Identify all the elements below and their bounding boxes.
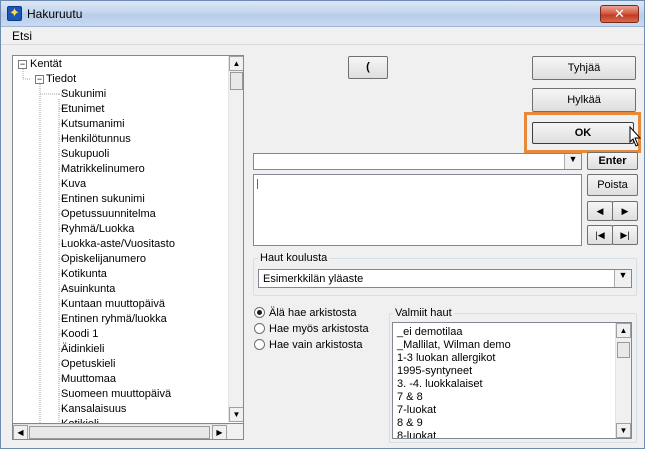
next-icon[interactable]: ▶: [612, 201, 638, 221]
first-icon[interactable]: |◀: [587, 225, 613, 245]
tree-group-tiedot[interactable]: Tiedot: [46, 72, 76, 86]
query-combo[interactable]: ▼: [253, 153, 582, 170]
remove-button[interactable]: Poista: [587, 174, 638, 196]
prev-icon[interactable]: ◀: [587, 201, 613, 221]
tree-field[interactable]: Luokka-aste/Vuositasto: [61, 237, 175, 251]
tree-field[interactable]: Kuntaan muuttopäivä: [61, 297, 165, 311]
tree-field[interactable]: Kotikieli: [61, 417, 99, 423]
collapse-kentat-icon[interactable]: −: [18, 60, 27, 69]
text-cursor: [257, 179, 258, 189]
school-group-label: Haut koulusta: [258, 252, 330, 264]
tree-field[interactable]: Opetussuunnitelma: [61, 207, 156, 221]
ready-search-item[interactable]: 8-luokat: [397, 430, 436, 438]
tree-field[interactable]: Sukupuoli: [61, 147, 109, 161]
ready-list-scrollbar[interactable]: ▲ ▼: [615, 323, 631, 438]
tree-field[interactable]: Kutsumanimi: [61, 117, 125, 131]
archive-radio[interactable]: Älä hae arkistosta: [254, 307, 356, 319]
school-dropdown-icon[interactable]: ▼: [614, 270, 631, 287]
school-combo[interactable]: Esimerkkilän yläaste ▼: [258, 269, 632, 288]
menu-bar: Etsi: [1, 27, 644, 45]
tree-vertical-scrollbar[interactable]: ▲ ▼: [228, 56, 244, 422]
tree-field[interactable]: Entinen sukunimi: [61, 192, 145, 206]
archive-radio-label: Älä hae arkistosta: [269, 307, 357, 319]
clear-button[interactable]: Tyhjää: [532, 56, 636, 80]
menu-etsi[interactable]: Etsi: [12, 29, 32, 43]
mouse-cursor-icon: [629, 126, 642, 147]
ok-highlight-frame: [524, 112, 641, 153]
tree-field[interactable]: Entinen ryhmä/luokka: [61, 312, 167, 326]
school-combo-value: Esimerkkilän yläaste: [263, 273, 364, 285]
ready-searches-list[interactable]: _ei demotilaa _Mallilat, Wilman demo 1-3 l…: [392, 322, 632, 439]
tree-field[interactable]: Asuinkunta: [61, 282, 115, 296]
ready-search-item[interactable]: 7-luokat: [397, 404, 436, 417]
archive-radio[interactable]: Hae vain arkistosta: [254, 339, 363, 351]
archive-radio-label: Hae vain arkistosta: [269, 339, 363, 351]
tree-root-kentat[interactable]: Kentät: [30, 57, 62, 71]
ready-search-item[interactable]: _Mallilat, Wilman demo: [397, 339, 511, 352]
tree-field[interactable]: Matrikkelinumero: [61, 162, 145, 176]
cancel-button[interactable]: Hylkää: [532, 88, 636, 112]
scroll-left-icon[interactable]: ◀: [13, 425, 28, 440]
last-icon[interactable]: ▶|: [612, 225, 638, 245]
list-scroll-down-icon[interactable]: ▼: [616, 423, 631, 438]
ready-search-item[interactable]: 8 & 9: [397, 417, 423, 430]
title-bar: Hakuruutu ✕: [1, 1, 644, 27]
collapse-tiedot-icon[interactable]: −: [35, 75, 44, 84]
window-title: Hakuruutu: [27, 7, 83, 21]
tree-field[interactable]: Opetuskieli: [61, 357, 115, 371]
tree-field[interactable]: Etunimet: [61, 102, 104, 116]
ready-search-item[interactable]: 1-3 luokan allergikot: [397, 352, 495, 365]
archive-radio[interactable]: Hae myös arkistosta: [254, 323, 369, 335]
scroll-down-icon[interactable]: ▼: [229, 407, 244, 422]
tree-field[interactable]: Äidinkieli: [61, 342, 104, 356]
paren-button[interactable]: (: [348, 56, 388, 79]
ready-searches-label: Valmiit haut: [393, 307, 454, 319]
tree-field[interactable]: Koodi 1: [61, 327, 98, 341]
list-scroll-up-icon[interactable]: ▲: [616, 323, 631, 338]
scroll-right-icon[interactable]: ▶: [212, 425, 227, 440]
tree-field[interactable]: Kansalaisuus: [61, 402, 126, 416]
tree-field[interactable]: Henkilötunnus: [61, 132, 131, 146]
radio-dot-icon[interactable]: [254, 323, 265, 334]
ready-search-item[interactable]: 1995-syntyneet: [397, 365, 472, 378]
tree-field[interactable]: Muuttomaa: [61, 372, 116, 386]
tree-field[interactable]: Ryhmä/Luokka: [61, 222, 134, 236]
combo-dropdown-icon[interactable]: ▼: [564, 154, 581, 169]
tree-horizontal-scrollbar[interactable]: ◀ ▶: [13, 424, 228, 440]
archive-radio-label: Hae myös arkistosta: [269, 323, 369, 335]
tree-field[interactable]: Kuva: [61, 177, 86, 191]
radio-dot-icon[interactable]: [254, 307, 265, 318]
scroll-thumb[interactable]: [230, 72, 243, 90]
app-icon: [7, 5, 22, 21]
ready-search-item[interactable]: _ei demotilaa: [397, 326, 462, 339]
list-scroll-thumb[interactable]: [617, 342, 630, 358]
ready-search-item[interactable]: 3. -4. luokkalaiset: [397, 378, 483, 391]
tree-field[interactable]: Opiskelijanumero: [61, 252, 146, 266]
ready-search-item[interactable]: 7 & 8: [397, 391, 423, 404]
tree-field[interactable]: Sukunimi: [61, 87, 106, 101]
radio-dot-icon[interactable]: [254, 339, 265, 350]
close-button[interactable]: ✕: [600, 5, 639, 23]
field-tree[interactable]: − Kentät − Tiedot Sukunimi Etunimet Kutsum…: [12, 55, 244, 424]
tree-field[interactable]: Suomeen muuttopäivä: [61, 387, 171, 401]
scroll-up-icon[interactable]: ▲: [229, 56, 244, 71]
enter-button[interactable]: Enter: [587, 152, 638, 170]
hscroll-thumb[interactable]: [29, 426, 210, 439]
search-window: Hakuruutu ✕ Etsi − Kentät − Tiedot Sukun…: [0, 0, 645, 449]
query-textarea[interactable]: [253, 174, 582, 246]
tree-field[interactable]: Kotikunta: [61, 267, 107, 281]
